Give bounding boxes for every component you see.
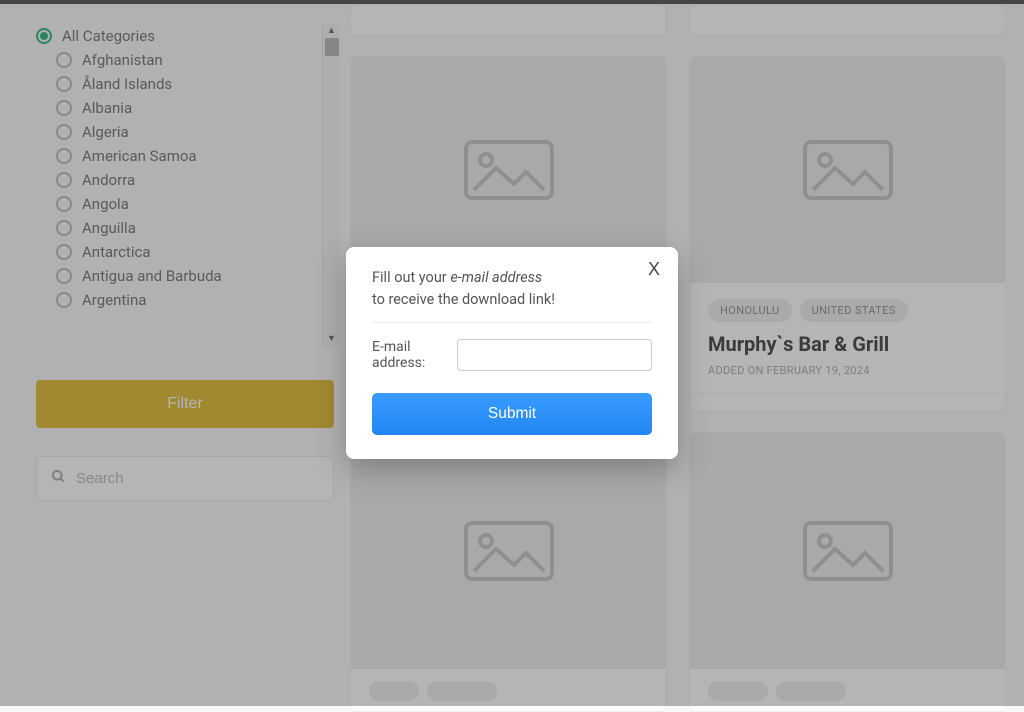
modal-text: Fill out your e-mail address to receive … xyxy=(372,267,652,322)
modal-text-line2: to receive the download link! xyxy=(372,291,555,308)
modal-text-prefix: Fill out your xyxy=(372,269,450,286)
modal-overlay: X Fill out your e-mail address to receiv… xyxy=(0,0,1024,706)
modal-text-em: e-mail address xyxy=(450,269,542,286)
modal-field-row: E-mail address: xyxy=(372,339,652,371)
email-modal: X Fill out your e-mail address to receiv… xyxy=(346,247,678,458)
close-icon[interactable]: X xyxy=(648,259,660,280)
email-input[interactable] xyxy=(457,339,652,371)
submit-button[interactable]: Submit xyxy=(372,393,652,435)
email-label: E-mail address: xyxy=(372,339,443,371)
